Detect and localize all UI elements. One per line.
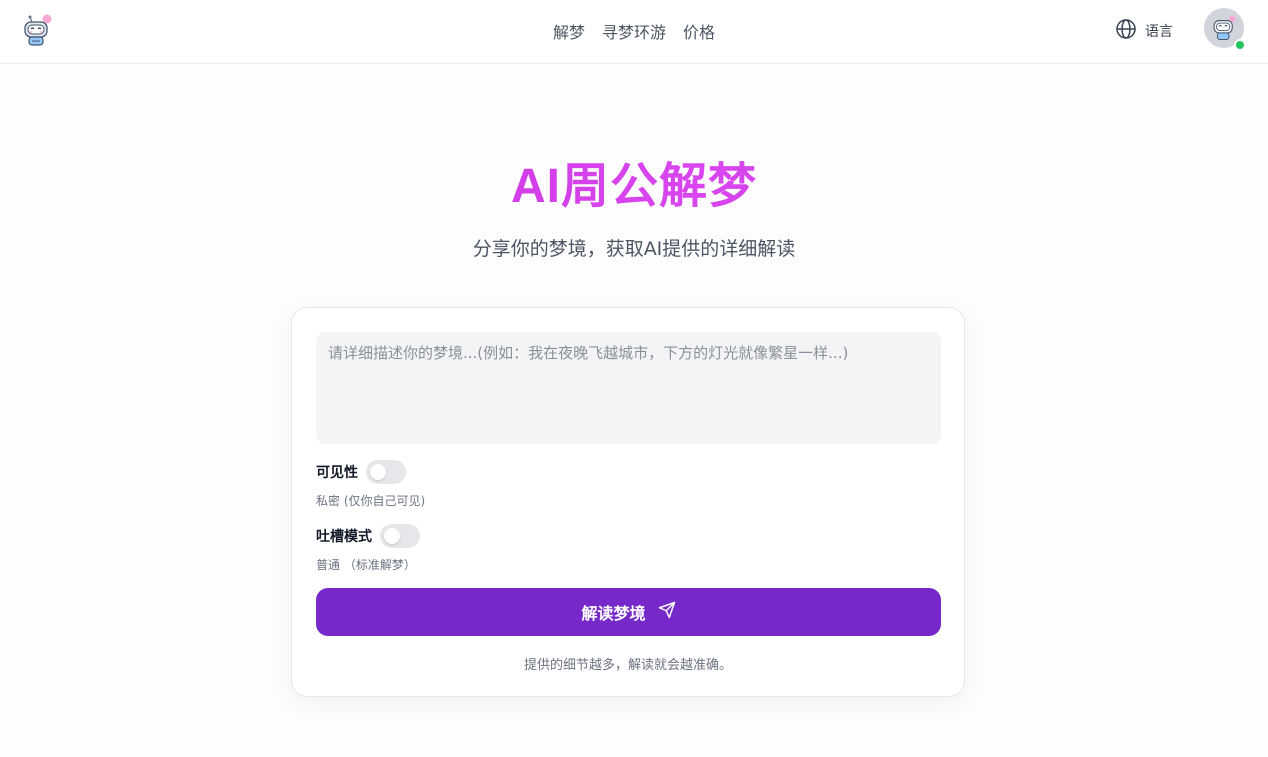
visibility-toggle[interactable] [366,460,406,484]
send-icon [658,601,676,623]
user-avatar-button[interactable] [1204,8,1246,51]
roast-mode-row: 吐槽模式 [316,524,420,548]
robot-logo-icon[interactable] [20,14,54,48]
top-navigation-bar: 解梦 寻梦环游 价格 语言 [0,0,1268,64]
page-title: AI周公解梦 [0,146,1268,216]
dream-description-input[interactable] [316,332,941,444]
submit-label: 解读梦境 [581,604,646,623]
nav-item-pricing[interactable]: 价格 [683,19,715,43]
language-switcher[interactable]: 语言 [1115,18,1173,44]
roast-mode-toggle[interactable] [380,524,420,548]
visibility-label: 可见性 [316,465,358,481]
roast-mode-label: 吐槽模式 [316,529,372,545]
globe-icon [1115,18,1137,44]
page-subtitle: 分享你的梦境，获取AI提供的详细解读 [472,238,796,260]
visibility-row: 可见性 [316,460,406,484]
main-nav: 解梦 寻梦环游 价格 [0,0,1268,62]
toggle-knob [384,528,400,544]
toggle-knob [370,464,386,480]
nav-item-dream-explore[interactable]: 寻梦环游 [602,19,666,43]
visibility-description: 私密 (仅你自己可见) [316,494,426,508]
form-hint: 提供的细节越多，解读就会越准确。 [523,658,732,673]
interpret-dream-button[interactable]: 解读梦境 [316,588,941,636]
nav-item-dream-interpretation[interactable]: 解梦 [553,19,585,43]
language-label: 语言 [1145,24,1173,40]
dream-form-card: 可见性 私密 (仅你自己可见) 吐槽模式 普通 （标准解梦） 解读梦境 提供的细… [291,307,965,697]
online-status-dot [1234,39,1246,51]
roast-mode-description: 普通 （标准解梦） [316,558,416,572]
